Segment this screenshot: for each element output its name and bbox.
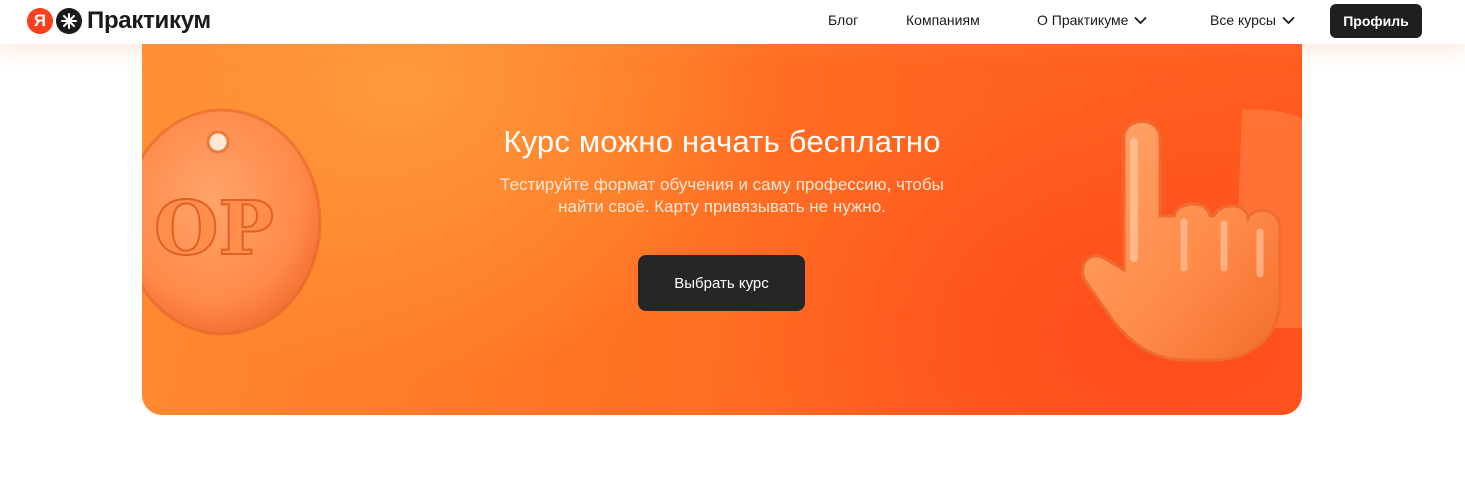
nav-about-label: О Практикуме [1037, 12, 1129, 28]
chevron-down-icon [1134, 16, 1148, 25]
asterisk-logo-icon [56, 8, 82, 34]
pointing-hand-icon [1080, 109, 1302, 362]
banner-subtitle-line1: Тестируйте формат обучения и саму профес… [500, 175, 944, 194]
nav-companies[interactable]: Компаниям [906, 12, 980, 28]
nav-all-courses-label: Все курсы [1210, 12, 1276, 28]
banner-subtitle: Тестируйте формат обучения и саму профес… [452, 174, 992, 218]
nav-blog-label: Блог [828, 12, 859, 28]
coin-text: OP [154, 186, 274, 272]
profile-button[interactable]: Профиль [1330, 4, 1422, 38]
nav-all-courses[interactable]: Все курсы [1210, 12, 1295, 28]
choose-course-button[interactable]: Выбрать курс [638, 255, 805, 311]
practicum-logo[interactable]: Я Практикум [27, 8, 211, 34]
nav-about[interactable]: О Практикуме [1037, 12, 1148, 28]
site-header: Я Практикум Блог Компаниям О Практикуме [0, 0, 1465, 44]
logo-text: Практикум [87, 7, 211, 34]
free-course-banner: OP Курс можно начать бесплатно Тестируйт… [142, 40, 1302, 415]
banner-subtitle-line2: найти своё. Карту привязывать не нужно. [558, 197, 886, 216]
chevron-down-icon [1282, 16, 1295, 25]
nav-companies-label: Компаниям [906, 12, 980, 28]
nav-blog[interactable]: Блог [828, 12, 858, 28]
yandex-logo-icon: Я [27, 8, 53, 34]
